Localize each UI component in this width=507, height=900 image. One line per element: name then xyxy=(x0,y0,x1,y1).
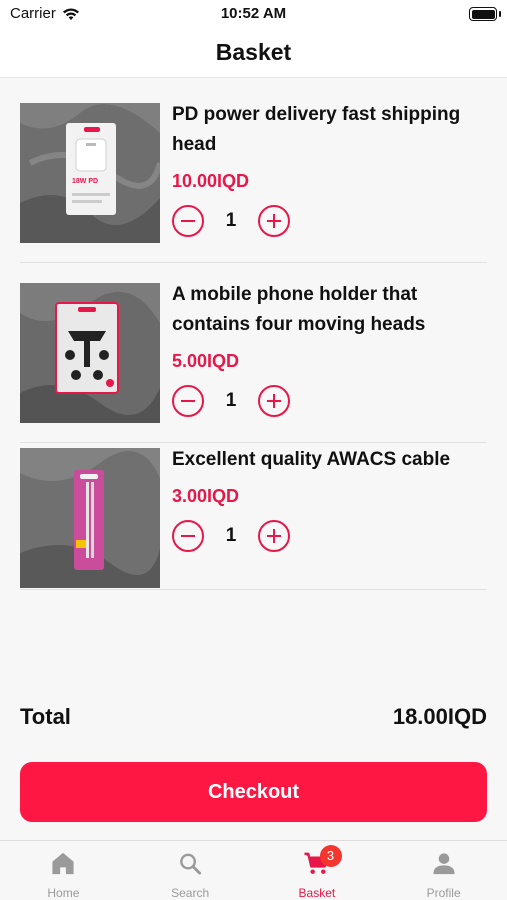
item-info: A mobile phone holder that contains four… xyxy=(172,283,482,418)
basket-item: 18W PD PD power delivery fast shipping h… xyxy=(20,103,487,263)
quantity-value: 1 xyxy=(225,525,237,546)
total-row: Total 18.00IQD xyxy=(20,704,487,730)
quantity-stepper: 1 xyxy=(172,519,482,553)
basket-item: A mobile phone holder that contains four… xyxy=(20,283,487,443)
tab-profile-label: Profile xyxy=(426,886,461,900)
profile-icon xyxy=(433,853,455,875)
page-title: Basket xyxy=(215,39,292,65)
item-info: Excellent quality AWACS cable 3.00IQD 1 xyxy=(172,448,482,553)
increase-quantity-button[interactable] xyxy=(258,385,290,417)
total-label: Total xyxy=(20,704,71,729)
tab-bar: Home Search 3 Basket Profile xyxy=(0,840,507,900)
tab-search-label: Search xyxy=(171,886,210,900)
cable-product-image[interactable] xyxy=(20,448,160,588)
search-icon xyxy=(180,853,202,875)
quantity-value: 1 xyxy=(225,390,237,411)
item-name[interactable]: A mobile phone holder that contains four… xyxy=(172,280,482,340)
increase-quantity-button[interactable] xyxy=(258,520,290,552)
battery-cap xyxy=(499,11,501,17)
battery-icon xyxy=(469,7,497,21)
item-name[interactable]: Excellent quality AWACS cable xyxy=(172,445,482,475)
quantity-value: 1 xyxy=(225,210,237,231)
item-price: 5.00IQD xyxy=(172,351,240,371)
tab-basket-label: Basket xyxy=(298,886,336,900)
decrease-quantity-button[interactable] xyxy=(172,205,204,237)
status-bar: Carrier 10:52 AM xyxy=(0,0,507,30)
decrease-quantity-button[interactable] xyxy=(172,385,204,417)
svg-text:18W PD: 18W PD xyxy=(72,178,98,185)
tab-profile[interactable]: Profile xyxy=(380,841,507,900)
phone-holder-product-image[interactable] xyxy=(20,283,160,423)
charger-product-image[interactable]: 18W PD xyxy=(20,103,160,243)
nav-header: Basket xyxy=(0,30,507,78)
status-time: 10:52 AM xyxy=(220,5,287,22)
quantity-stepper: 1 xyxy=(172,384,482,418)
tab-search[interactable]: Search xyxy=(127,841,254,900)
cart-count-badge: 3 xyxy=(319,845,342,867)
tab-basket[interactable]: 3 Basket xyxy=(254,841,381,900)
increase-quantity-button[interactable] xyxy=(258,205,290,237)
tab-home-label: Home xyxy=(47,886,80,900)
tab-home[interactable]: Home xyxy=(0,841,127,900)
total-value: 18.00IQD xyxy=(392,704,487,729)
decrease-quantity-button[interactable] xyxy=(172,520,204,552)
item-price: 10.00IQD xyxy=(172,171,250,191)
item-name[interactable]: PD power delivery fast shipping head xyxy=(172,100,482,160)
item-price: 3.00IQD xyxy=(172,486,240,506)
basket-item: Excellent quality AWACS cable 3.00IQD 1 xyxy=(20,448,487,590)
quantity-stepper: 1 xyxy=(172,204,482,238)
home-icon xyxy=(52,852,74,875)
checkout-button[interactable]: Checkout xyxy=(20,762,487,822)
item-info: PD power delivery fast shipping head 10.… xyxy=(172,103,482,238)
